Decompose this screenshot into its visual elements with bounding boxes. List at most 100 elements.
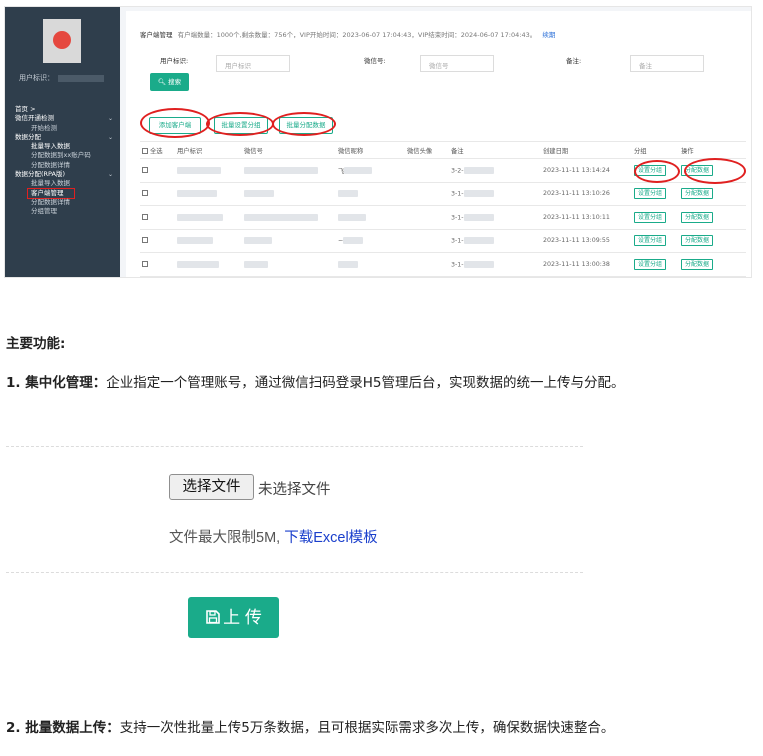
sidebar-item[interactable]: 数据分配 ⌄ <box>15 133 119 142</box>
table-cell: 分配数据 <box>679 205 746 230</box>
table-cell <box>175 205 242 230</box>
set-group-button[interactable]: 设置分组 <box>634 211 667 223</box>
redacted-block <box>177 237 213 244</box>
feature-1-title: 1. 集中化管理： <box>6 375 107 391</box>
redacted-block <box>244 190 274 197</box>
note-filter-input[interactable]: 备注 <box>630 55 704 72</box>
sidebar-item[interactable]: 分配数据详情 <box>15 161 119 170</box>
select-all-checkbox[interactable] <box>142 147 148 154</box>
file-limit-note: 文件最大限制5M, 下载Excel模板 <box>169 526 378 547</box>
sidebar-item-label: 分配数据详情 <box>31 160 70 169</box>
row-checkbox[interactable] <box>142 260 148 267</box>
row-checkbox[interactable] <box>142 166 148 173</box>
table-cell <box>242 158 336 183</box>
sidebar-item[interactable]: 微信开通检测 ⌄ <box>15 114 119 123</box>
feature-2-title: 2. 批量数据上传： <box>6 720 120 736</box>
table-cell: 2023-11-11 13:00:38 <box>541 252 632 277</box>
redacted-block <box>463 190 494 197</box>
redacted-block <box>463 237 494 244</box>
sidebar-item[interactable]: 开始检测 <box>15 124 119 133</box>
table-cell: ~ <box>336 229 405 253</box>
search-button[interactable]: 🔍︎ 搜索 <box>150 73 189 91</box>
column-header: 微信头像 <box>405 141 449 159</box>
set-group-button[interactable]: 设置分组 <box>634 258 667 270</box>
assign-data-button[interactable]: 分配数据 <box>681 258 714 270</box>
assign-data-button[interactable]: 分配数据 <box>681 235 714 247</box>
redacted-block <box>177 190 217 197</box>
sidebar-item[interactable]: 首页 > <box>15 105 119 114</box>
table-cell: 3-1- <box>449 252 541 277</box>
sidebar-item[interactable]: 分配数据详情 <box>15 198 119 207</box>
assign-data-button[interactable]: 分配数据 <box>681 188 714 200</box>
redacted-block <box>338 190 358 197</box>
table-cell <box>140 229 175 253</box>
set-group-button[interactable]: 设置分组 <box>634 235 667 247</box>
table-cell <box>242 205 336 230</box>
note-value: 3-2- <box>451 167 464 174</box>
sidebar-menu: 首页 > 微信开通检测 ⌄ 开始检测 数据分配 ⌄ 批量导入数据 分配数据到xx账户码 分配数据… <box>15 105 119 217</box>
table-cell: 3-2- <box>449 158 541 183</box>
assign-data-button[interactable]: 分配数据 <box>681 211 714 223</box>
sidebar-item-label: 分配数据详情 <box>31 197 70 206</box>
table-cell <box>405 158 449 183</box>
file-limit-text: 文件最大限制5M, <box>169 530 285 546</box>
main-content: 客户端管理 有户端数量：1000个,剩余数量：756个，VIP开始时间：2023… <box>126 11 751 277</box>
sidebar-item[interactable]: 分配数据到xx账户码 <box>15 151 119 160</box>
choose-file-button[interactable]: 选择文件 <box>169 474 254 500</box>
redacted-block <box>244 237 272 244</box>
table-cell <box>336 182 405 206</box>
table-cell <box>405 252 449 277</box>
chevron-down-icon: ⌄ <box>107 133 113 141</box>
column-header-label: 用户标识 <box>177 147 203 155</box>
wechat-filter-label: 微信号: <box>364 57 386 65</box>
table-cell <box>175 182 242 206</box>
column-header[interactable]: 全选 <box>140 141 175 159</box>
upload-button-label: 上 传 <box>223 608 262 627</box>
table-cell <box>336 205 405 230</box>
user-filter-input[interactable]: 用户标识 <box>216 55 290 72</box>
table-cell: 分配数据 <box>679 182 746 206</box>
feature-2: 2. 批量数据上传：支持一次性批量上传5万条数据，且可根据实际需求多次上传，确保… <box>6 716 614 736</box>
sidebar-item-label: 微信开通检测 <box>15 114 54 123</box>
created-date: 2023-11-11 13:14:24 <box>543 166 610 174</box>
renew-link[interactable]: 续期 <box>542 31 555 39</box>
column-header: 创建日期 <box>541 141 632 159</box>
table-row: ~3-1- 2023-11-11 13:09:55 设置分组 分配数据 <box>140 229 746 253</box>
sidebar-item-label: 分组管理 <box>31 207 57 216</box>
redacted-block <box>177 166 221 174</box>
column-header: 用户标识 <box>175 141 242 159</box>
note-filter-label: 备注: <box>566 57 582 65</box>
note-value: 3-1- <box>451 261 464 268</box>
table-cell <box>140 158 175 183</box>
sidebar-item-label: 分配数据到xx账户码 <box>31 151 91 160</box>
table-cell <box>405 182 449 206</box>
table-cell <box>140 205 175 230</box>
table-cell <box>336 252 405 277</box>
table-row: 3-1- 2023-11-11 13:00:38 设置分组 分配数据 <box>140 252 746 277</box>
table-cell: 2023-11-11 13:10:11 <box>541 205 632 230</box>
sidebar-item[interactable]: 数据分配(RPA版) ⌄ <box>15 170 119 179</box>
sidebar-item[interactable]: 分组管理 <box>15 207 119 216</box>
column-header-label: 创建日期 <box>543 147 569 155</box>
table-cell: 3-1- <box>449 182 541 206</box>
table-cell: 2023-11-11 13:14:24 <box>541 158 632 183</box>
column-header-label: 备注 <box>451 147 464 155</box>
note-value: 3-1- <box>451 237 464 245</box>
set-group-button[interactable]: 设置分组 <box>634 188 667 200</box>
upload-button[interactable]: 上 传 <box>188 597 279 638</box>
created-date: 2023-11-11 13:10:26 <box>543 190 610 198</box>
sidebar-item-label: 开始检测 <box>31 123 57 132</box>
wechat-filter-input[interactable]: 微信号 <box>420 55 494 72</box>
column-header: 操作 <box>679 141 746 159</box>
redacted-block <box>463 213 494 221</box>
table-cell <box>405 229 449 253</box>
row-checkbox[interactable] <box>142 190 148 197</box>
column-header: 分组 <box>632 141 679 159</box>
redacted-block <box>344 167 373 175</box>
no-file-text: 未选择文件 <box>258 482 331 498</box>
sidebar-item[interactable]: 客户端管理 <box>15 187 119 199</box>
download-template-link[interactable]: 下载Excel模板 <box>284 530 377 546</box>
table-cell: 2023-11-11 13:09:55 <box>541 229 632 253</box>
row-checkbox[interactable] <box>142 237 148 244</box>
row-checkbox[interactable] <box>142 213 148 220</box>
